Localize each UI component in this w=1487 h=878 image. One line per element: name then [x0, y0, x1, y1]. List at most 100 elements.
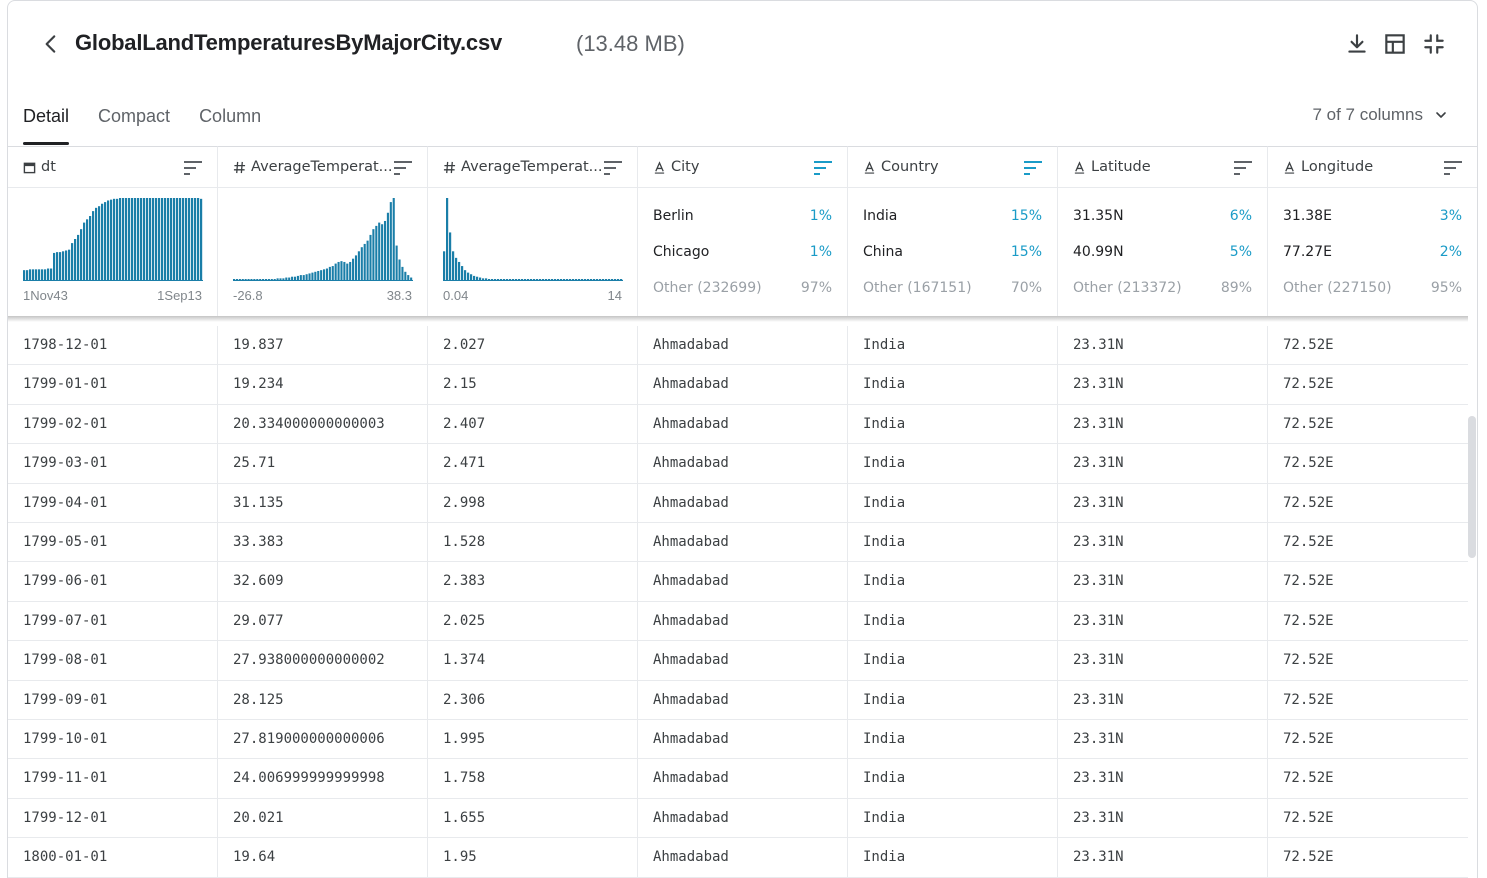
table-cell[interactable]: 2.998	[428, 483, 638, 522]
table-cell[interactable]: 1.528	[428, 523, 638, 562]
table-cell[interactable]: 1.95	[428, 838, 638, 877]
table-cell[interactable]: 1.655	[428, 798, 638, 838]
table-row[interactable]: 1799-09-01 28.125 2.306 Ahmadabad India 23.31…	[8, 680, 1468, 720]
table-cell[interactable]: 23.31N	[1058, 838, 1268, 877]
table-cell[interactable]: 1.374	[428, 641, 638, 680]
table-cell[interactable]: Ahmadabad	[638, 680, 848, 719]
tab-detail[interactable]: Detail	[23, 101, 70, 145]
table-cell[interactable]: 1799-04-01	[8, 483, 218, 522]
table-row[interactable]: 1799-03-01 25.71 2.471 Ahmadabad India 23.31N…	[8, 444, 1468, 484]
table-cell[interactable]: India	[848, 326, 1058, 365]
table-cell[interactable]: 72.52E	[1268, 720, 1477, 758]
table-cell[interactable]: India	[848, 641, 1058, 680]
table-cell[interactable]: India	[848, 759, 1058, 798]
table-cell[interactable]: 23.31N	[1058, 759, 1268, 798]
sort-icon[interactable]	[393, 160, 413, 176]
table-cell[interactable]: 72.52E	[1268, 759, 1477, 797]
table-cell[interactable]: 27.938000000000002	[218, 641, 428, 680]
table-cell[interactable]: 2.027	[428, 326, 638, 365]
table-cell[interactable]: 23.31N	[1058, 444, 1268, 483]
table-cell[interactable]: Ahmadabad	[638, 523, 848, 562]
table-cell[interactable]: Ahmadabad	[638, 483, 848, 522]
column-header[interactable]: dt	[8, 146, 218, 188]
table-cell[interactable]: 1799-01-01	[8, 365, 218, 404]
table-cell[interactable]: India	[848, 720, 1058, 759]
table-cell[interactable]: 72.52E	[1268, 365, 1477, 403]
table-cell[interactable]: 1799-10-01	[8, 720, 218, 759]
table-cell[interactable]: Ahmadabad	[638, 562, 848, 601]
table-cell[interactable]: 72.52E	[1268, 838, 1477, 876]
table-cell[interactable]: 1799-09-01	[8, 680, 218, 719]
table-cell[interactable]: 2.306	[428, 680, 638, 719]
table-cell[interactable]: 72.52E	[1268, 523, 1477, 561]
table-row[interactable]: 1799-06-01 32.609 2.383 Ahmadabad India 23.31…	[8, 562, 1468, 602]
sort-icon[interactable]	[603, 160, 623, 176]
sort-icon[interactable]	[183, 160, 203, 176]
table-cell[interactable]: 32.609	[218, 562, 428, 601]
table-row[interactable]: 1799-05-01 33.383 1.528 Ahmadabad India 23.31…	[8, 523, 1468, 563]
histogram-chart[interactable]	[443, 196, 623, 282]
table-cell[interactable]: 1799-08-01	[8, 641, 218, 680]
table-cell[interactable]: 19.64	[218, 838, 428, 877]
histogram-chart[interactable]	[233, 196, 413, 282]
table-cell[interactable]: 1.758	[428, 759, 638, 798]
table-cell[interactable]: Ahmadabad	[638, 404, 848, 444]
collapse-icon[interactable]	[1421, 31, 1447, 57]
table-cell[interactable]: India	[848, 483, 1058, 522]
table-cell[interactable]: 2.15	[428, 365, 638, 404]
table-cell[interactable]: 1800-01-01	[8, 838, 218, 877]
table-cell[interactable]: 23.31N	[1058, 483, 1268, 522]
table-cell[interactable]: 23.31N	[1058, 365, 1268, 404]
table-row[interactable]: 1799-04-01 31.135 2.998 Ahmadabad India 23.31…	[8, 483, 1468, 523]
table-view-icon[interactable]	[1382, 31, 1408, 57]
table-cell[interactable]: 23.31N	[1058, 562, 1268, 601]
table-cell[interactable]: India	[848, 562, 1058, 601]
table-cell[interactable]: 1799-11-01	[8, 759, 218, 798]
table-row[interactable]: 1799-11-01 24.006999999999998 1.758 Ahmadab…	[8, 759, 1468, 799]
column-selector[interactable]: 7 of 7 columns	[1312, 105, 1449, 125]
table-cell[interactable]: 23.31N	[1058, 798, 1268, 838]
table-cell[interactable]: 1799-03-01	[8, 444, 218, 483]
table-cell[interactable]: 31.135	[218, 483, 428, 522]
table-cell[interactable]: 19.837	[218, 326, 428, 365]
table-cell[interactable]: 25.71	[218, 444, 428, 483]
sort-icon[interactable]	[1233, 160, 1253, 176]
column-header[interactable]: City	[638, 146, 848, 188]
table-cell[interactable]: 2.383	[428, 562, 638, 601]
table-cell[interactable]: India	[848, 601, 1058, 641]
table-row[interactable]: 1799-10-01 27.819000000000006 1.995 Ahmadab…	[8, 720, 1468, 760]
table-cell[interactable]: Ahmadabad	[638, 798, 848, 838]
table-cell[interactable]: Ahmadabad	[638, 641, 848, 680]
sort-icon[interactable]	[1443, 160, 1463, 176]
table-row[interactable]: 1800-01-01 19.64 1.95 Ahmadabad India 23.31N 7…	[8, 838, 1468, 878]
table-cell[interactable]: 20.334000000000003	[218, 404, 428, 444]
table-cell[interactable]: 24.006999999999998	[218, 759, 428, 798]
table-cell[interactable]: India	[848, 838, 1058, 877]
table-cell[interactable]: 72.52E	[1268, 405, 1477, 443]
table-cell[interactable]: 1798-12-01	[8, 326, 218, 365]
sort-icon[interactable]	[813, 160, 833, 176]
table-cell[interactable]: India	[848, 404, 1058, 444]
table-cell[interactable]: 23.31N	[1058, 720, 1268, 759]
tab-column[interactable]: Column	[199, 101, 261, 145]
table-row[interactable]: 1798-12-01 19.837 2.027 Ahmadabad India 23.31…	[8, 326, 1468, 366]
column-header[interactable]: AverageTemperat...	[218, 146, 428, 188]
table-row[interactable]: 1799-07-01 29.077 2.025 Ahmadabad India 23.31…	[8, 601, 1468, 642]
table-cell[interactable]: Ahmadabad	[638, 838, 848, 877]
table-cell[interactable]: 1799-12-01	[8, 798, 218, 838]
table-cell[interactable]: 72.52E	[1268, 681, 1477, 719]
sort-icon[interactable]	[1023, 160, 1043, 176]
table-cell[interactable]: 72.52E	[1268, 326, 1477, 364]
table-cell[interactable]: 33.383	[218, 523, 428, 562]
table-cell[interactable]: India	[848, 523, 1058, 562]
table-cell[interactable]: 72.52E	[1268, 444, 1477, 482]
table-cell[interactable]: 72.52E	[1268, 799, 1477, 837]
table-cell[interactable]: 23.31N	[1058, 601, 1268, 641]
table-cell[interactable]: India	[848, 365, 1058, 404]
table-cell[interactable]: 1.995	[428, 720, 638, 759]
vertical-scrollbar[interactable]	[1468, 416, 1476, 558]
table-cell[interactable]: India	[848, 680, 1058, 719]
table-cell[interactable]: Ahmadabad	[638, 759, 848, 798]
column-header[interactable]: Latitude	[1058, 146, 1268, 188]
table-cell[interactable]: 72.52E	[1268, 602, 1477, 640]
